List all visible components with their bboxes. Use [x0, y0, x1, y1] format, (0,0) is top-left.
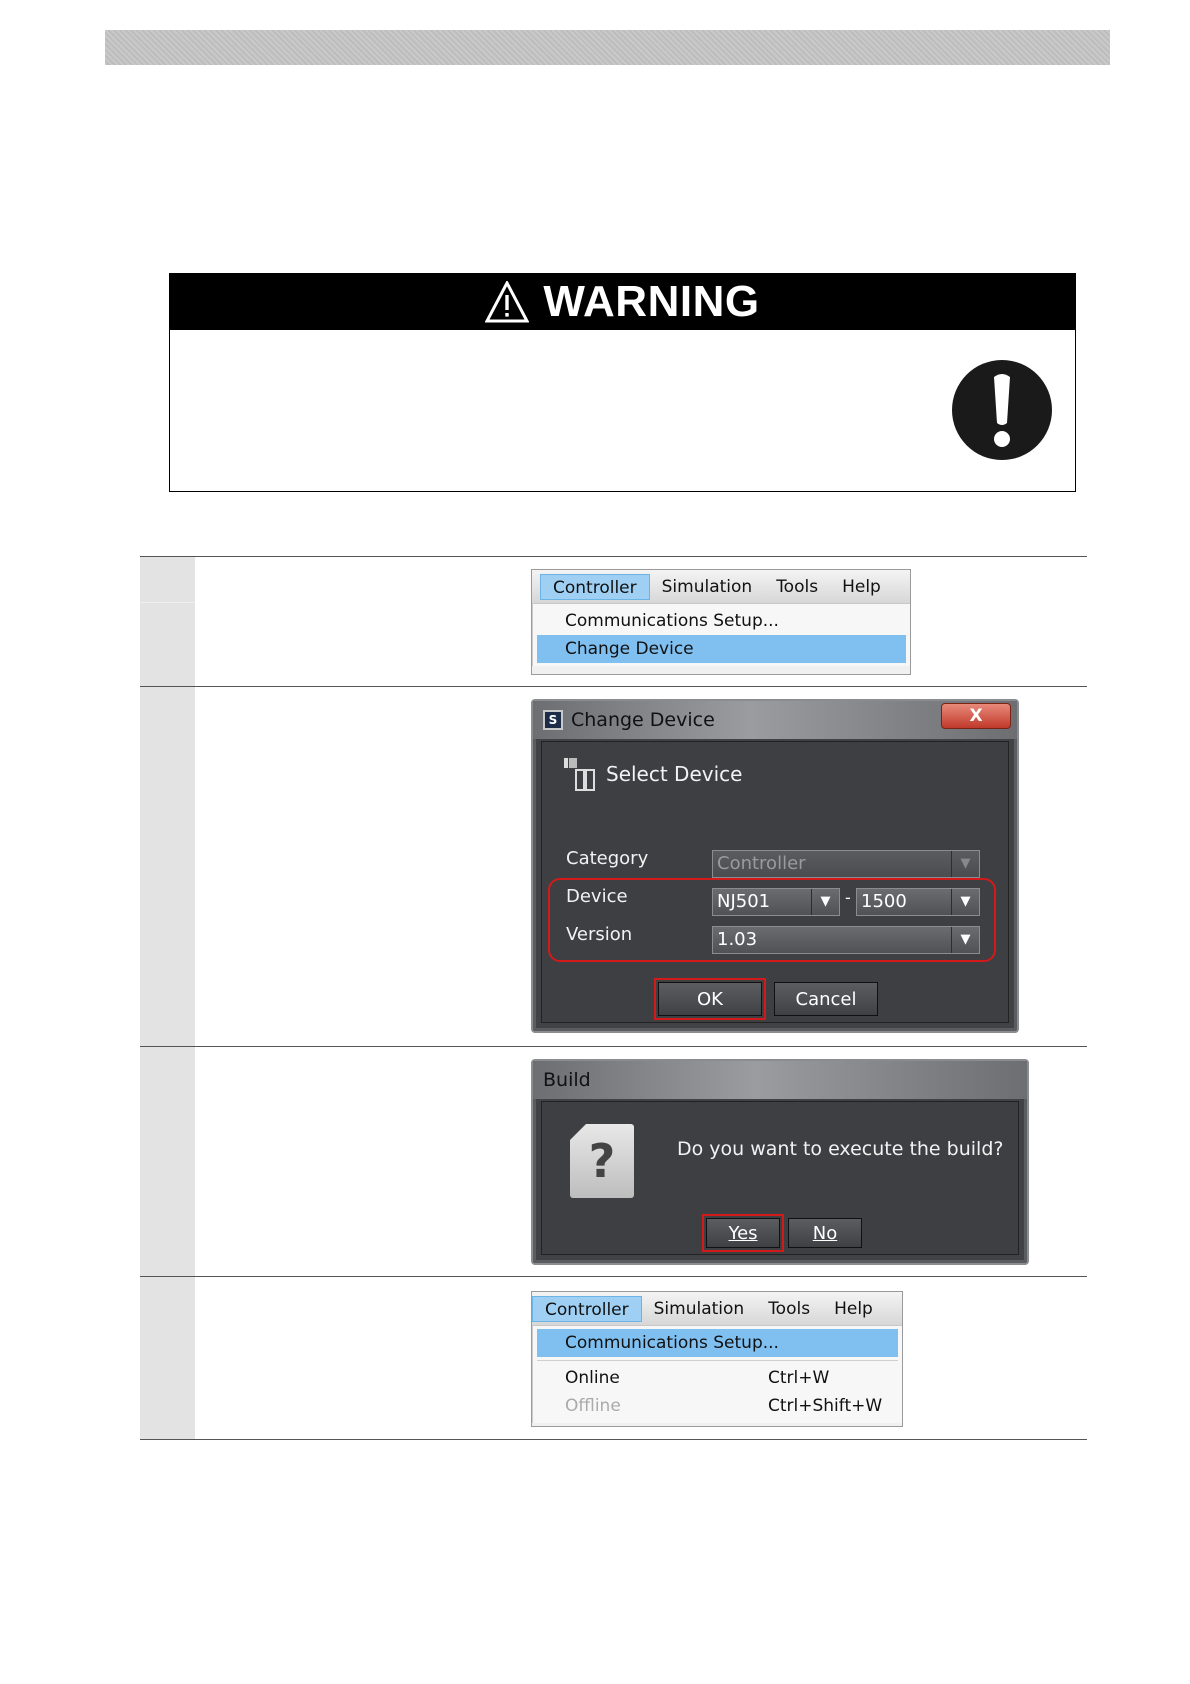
controller-dropdown: Communications Setup... Change Device — [532, 604, 910, 666]
menubar: Controller Simulation Tools Help — [532, 1292, 902, 1326]
dialog-titlebar: S Change Device X — [533, 701, 1017, 739]
mandatory-exclamation-icon — [952, 360, 1052, 460]
menu-tools[interactable]: Tools — [756, 1296, 822, 1322]
warning-title: WARNING — [543, 277, 760, 326]
menu-tools[interactable]: Tools — [764, 574, 830, 600]
change-device-dialog: S Change Device X Select Device Category — [531, 699, 1019, 1033]
dialog-body: ? Do you want to execute the build? Yes … — [541, 1101, 1019, 1255]
no-button[interactable]: No — [788, 1218, 862, 1248]
dialog-title: Build — [543, 1069, 591, 1091]
step-number-cell — [140, 1047, 195, 1276]
warning-triangle-icon — [485, 281, 530, 323]
step-row-4: Controller Simulation Tools Help Communi… — [140, 1276, 1087, 1440]
step-row-2: S Change Device X Select Device Category — [140, 686, 1087, 1046]
close-button[interactable]: X — [941, 703, 1011, 729]
select-device-label: Select Device — [606, 762, 743, 786]
dialog-titlebar: Build — [533, 1061, 1027, 1099]
controller-menu-online-screenshot: Controller Simulation Tools Help Communi… — [531, 1291, 903, 1427]
steps-table: Controller Simulation Tools Help Communi… — [140, 556, 1087, 1440]
menu-item-label: Online — [565, 1368, 620, 1388]
controller-menu-screenshot: Controller Simulation Tools Help Communi… — [531, 569, 911, 675]
cancel-button[interactable]: Cancel — [774, 982, 878, 1016]
menubar: Controller Simulation Tools Help — [532, 570, 910, 604]
device-icon — [564, 758, 595, 791]
menu-item-offline: Offline Ctrl+Shift+W — [537, 1392, 898, 1420]
menu-item-online[interactable]: Online Ctrl+W — [537, 1364, 898, 1392]
menu-simulation[interactable]: Simulation — [642, 1296, 757, 1322]
menu-item-communications-setup[interactable]: Communications Setup... — [537, 1329, 898, 1357]
category-select: Controller ▼ — [712, 850, 980, 878]
step-number-cell — [140, 687, 195, 1046]
menu-item-shortcut: Ctrl+Shift+W — [768, 1396, 883, 1416]
step-row-1: Controller Simulation Tools Help Communi… — [140, 556, 1087, 686]
menu-item-communications-setup[interactable]: Communications Setup... — [537, 607, 906, 635]
category-value: Controller — [717, 853, 806, 874]
menu-separator — [537, 1360, 898, 1361]
highlight-ok — [654, 978, 766, 1020]
warning-box: WARNING — [169, 273, 1076, 492]
menu-item-label: Communications Setup... — [565, 1333, 779, 1353]
dialog-title: Change Device — [571, 709, 715, 731]
controller-dropdown: Communications Setup... Online Ctrl+W Of… — [532, 1326, 902, 1423]
step-row-3: Build ? Do you want to execute the build… — [140, 1046, 1087, 1276]
menu-simulation[interactable]: Simulation — [650, 574, 765, 600]
menu-item-change-device[interactable]: Change Device — [537, 635, 906, 663]
chevron-down-icon: ▼ — [951, 851, 979, 877]
category-label: Category — [566, 848, 649, 869]
highlight-yes — [702, 1214, 784, 1252]
select-device-heading: Select Device — [564, 756, 742, 792]
question-icon: ? — [570, 1124, 634, 1198]
app-icon: S — [543, 710, 563, 730]
menu-help[interactable]: Help — [822, 1296, 885, 1322]
step-number-cell — [140, 557, 195, 686]
build-dialog: Build ? Do you want to execute the build… — [531, 1059, 1029, 1265]
menu-controller[interactable]: Controller — [540, 573, 650, 600]
highlight-device-version — [548, 878, 996, 962]
step-number-cell — [140, 1277, 195, 1439]
menu-item-label: Offline — [565, 1396, 621, 1416]
menu-item-shortcut: Ctrl+W — [768, 1368, 830, 1388]
page-header-bar — [105, 30, 1110, 65]
no-label: No — [812, 1222, 838, 1244]
dialog-body: Select Device Category Controller ▼ Devi… — [541, 741, 1009, 1023]
warning-header: WARNING — [170, 274, 1075, 330]
build-message: Do you want to execute the build? — [677, 1138, 1004, 1160]
menu-controller[interactable]: Controller — [532, 1295, 642, 1322]
menu-help[interactable]: Help — [830, 574, 893, 600]
